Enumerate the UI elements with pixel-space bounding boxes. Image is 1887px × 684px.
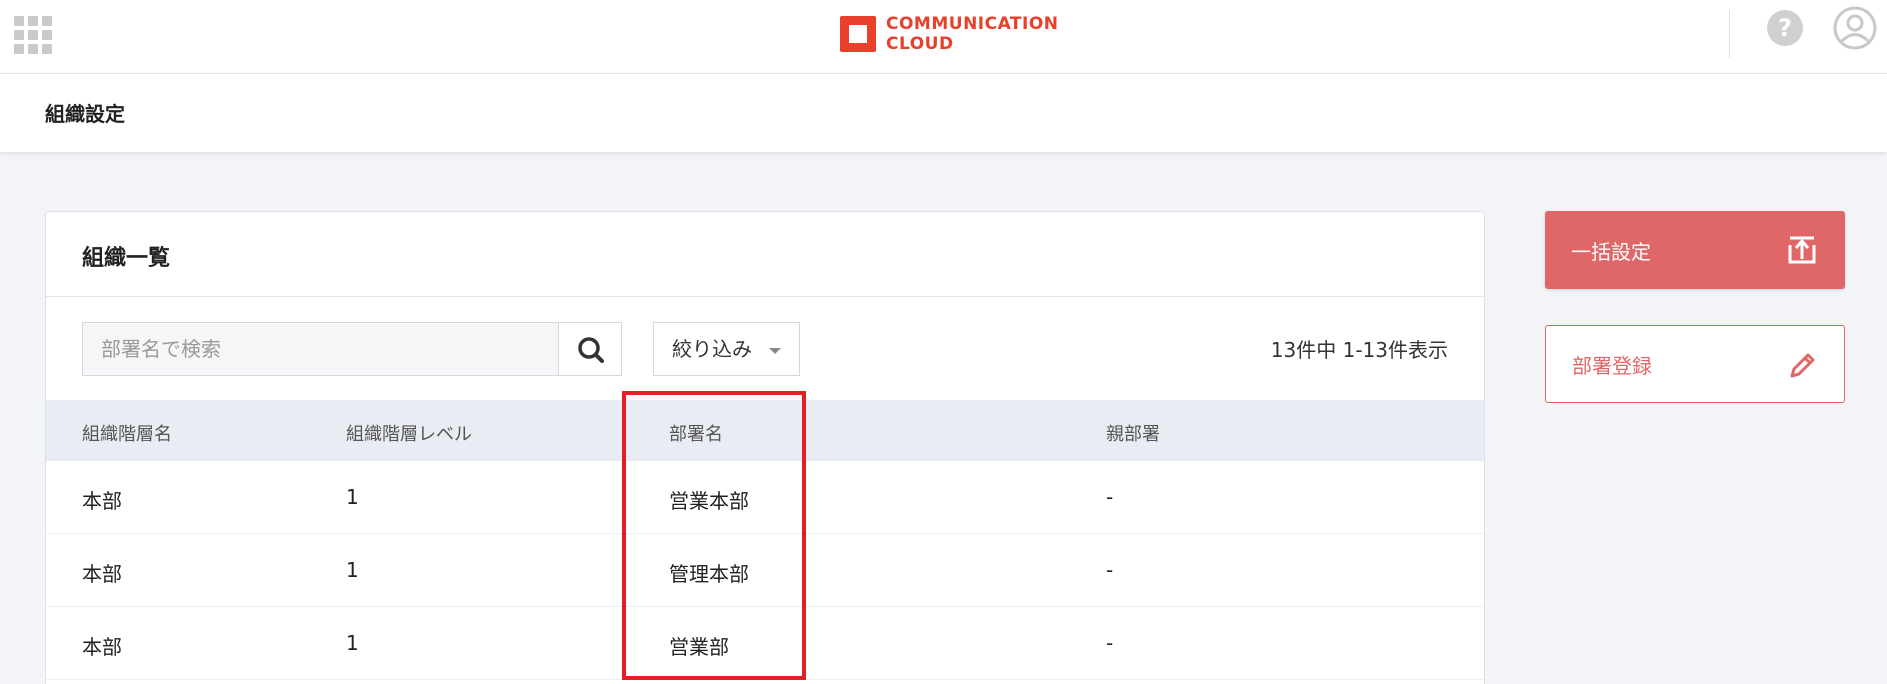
cell-hierarchy-name: 本部 xyxy=(82,635,122,659)
cell-hierarchy-level: 1 xyxy=(346,631,359,655)
cell-hierarchy-level: 1 xyxy=(346,558,359,582)
cell-parent-department: - xyxy=(1106,558,1114,582)
register-department-label: 部署登録 xyxy=(1572,354,1652,378)
cell-hierarchy-name: 本部 xyxy=(82,562,122,586)
help-icon[interactable]: ? xyxy=(1767,10,1803,46)
cell-parent-department: - xyxy=(1106,485,1114,509)
table-row[interactable]: 本部 1 管理本部 - xyxy=(46,534,1484,607)
column-header-parent-department[interactable]: 親部署 xyxy=(1106,420,1160,446)
column-header-hierarchy-name[interactable]: 組織階層名 xyxy=(82,420,172,446)
cell-department-name: 管理本部 xyxy=(669,562,749,586)
page-title-bar: 組織設定 xyxy=(0,74,1887,152)
result-count: 13件中 1-13件表示 xyxy=(1270,338,1448,362)
bulk-settings-label: 一括設定 xyxy=(1571,240,1651,264)
cell-hierarchy-level: 1 xyxy=(346,485,359,509)
cell-department-name: 営業部 xyxy=(669,635,729,659)
top-header: COMMUNICATION CLOUD ? xyxy=(0,0,1887,74)
search-icon xyxy=(578,337,604,363)
upload-icon xyxy=(1788,236,1816,264)
cell-parent-department: - xyxy=(1106,631,1114,655)
card-title: 組織一覧 xyxy=(46,212,1484,297)
cell-hierarchy-name: 本部 xyxy=(82,489,122,513)
pencil-icon xyxy=(1790,353,1815,378)
column-header-hierarchy-level[interactable]: 組織階層レベル xyxy=(346,420,472,446)
bulk-settings-button[interactable]: 一括設定 xyxy=(1545,211,1845,289)
filter-label: 絞り込み xyxy=(672,337,752,361)
logo-text: COMMUNICATION CLOUD xyxy=(886,14,1059,54)
search-button[interactable] xyxy=(558,322,622,376)
table-row[interactable]: 本部 1 営業部 - xyxy=(46,607,1484,680)
page-title: 組織設定 xyxy=(45,102,125,126)
register-department-button[interactable]: 部署登録 xyxy=(1545,325,1845,403)
cell-department-name: 営業本部 xyxy=(669,489,749,513)
organization-list-card: 組織一覧 部署名で検索 絞り込み 13件中 1-13件表示 組織階層名 組織階層… xyxy=(45,211,1485,684)
table-header: 組織階層名 組織階層レベル 部署名 親部署 xyxy=(46,400,1484,461)
brand-line1: COMMUNICATION xyxy=(886,14,1059,34)
caret-down-icon xyxy=(769,348,781,354)
table-row[interactable]: 本部 1 営業本部 - xyxy=(46,461,1484,534)
filter-dropdown[interactable]: 絞り込み xyxy=(653,322,800,376)
user-avatar-icon[interactable] xyxy=(1833,6,1877,50)
brand-line2: CLOUD xyxy=(886,34,954,54)
header-divider xyxy=(1729,10,1730,58)
logo-mark-icon xyxy=(840,16,876,52)
search-input[interactable]: 部署名で検索 xyxy=(82,322,558,376)
brand-logo[interactable]: COMMUNICATION CLOUD xyxy=(840,14,1059,54)
column-header-department-name[interactable]: 部署名 xyxy=(669,420,723,446)
apps-grid-icon[interactable] xyxy=(14,16,52,54)
